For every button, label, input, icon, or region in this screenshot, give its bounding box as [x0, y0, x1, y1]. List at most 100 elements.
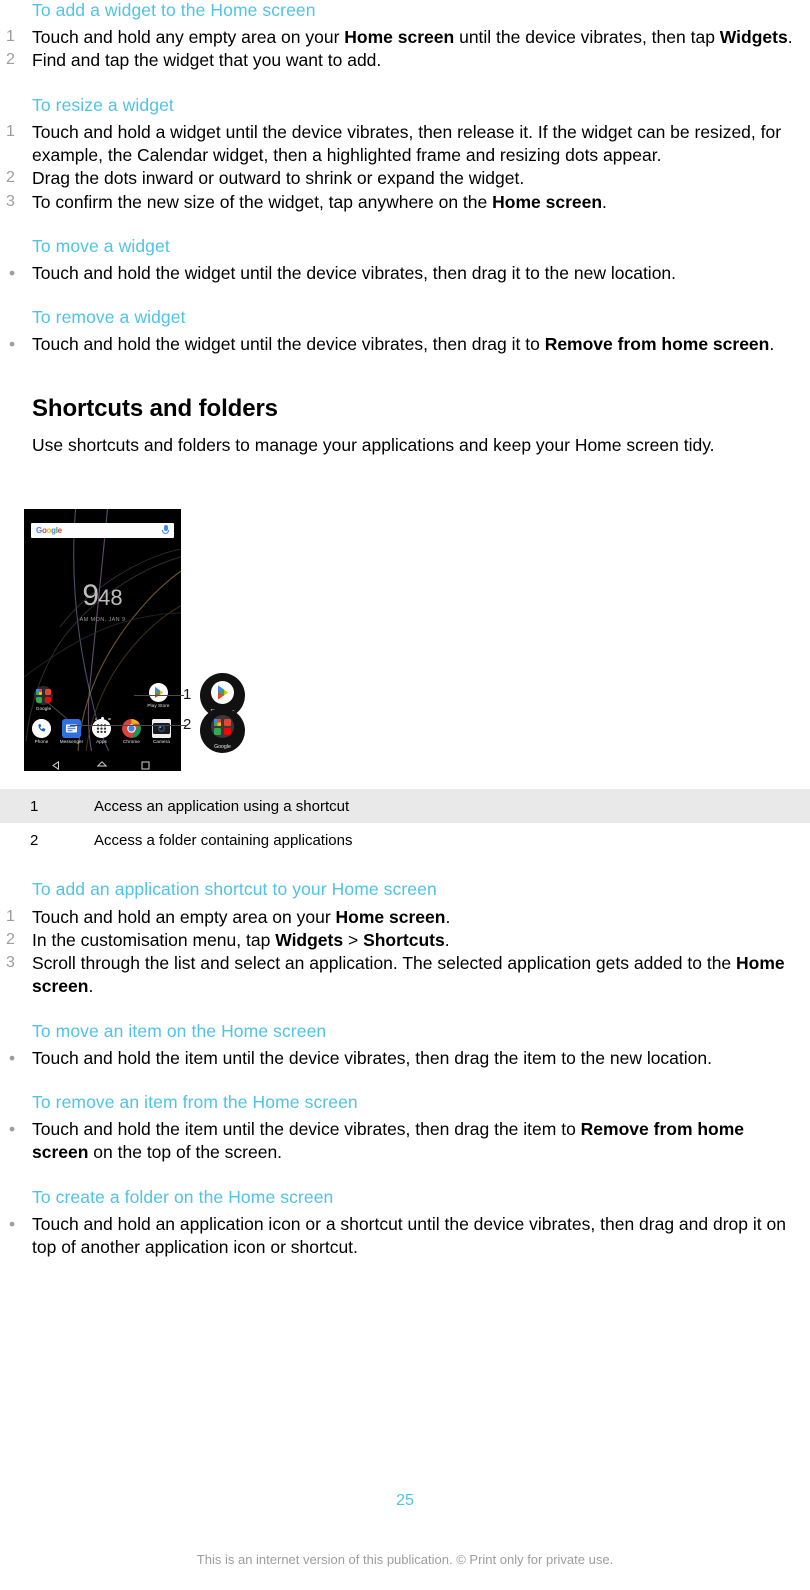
step-text: Touch and hold the item until the device…: [32, 1047, 712, 1068]
procedure-step: • Touch and hold the item until the devic…: [0, 1047, 798, 1070]
steps-remove-item: • Touch and hold the item until the devic…: [0, 1118, 810, 1165]
app-label: Messenger: [59, 739, 84, 745]
callout-number-2: 2: [183, 716, 192, 734]
step-bullet: •: [9, 1047, 16, 1068]
heading-add-shortcut: To add an application shortcut to your H…: [32, 879, 437, 900]
table-cell-description: Access a folder containing applications: [94, 831, 353, 849]
heading-move-item: To move an item on the Home screen: [32, 1020, 327, 1041]
procedure-step: 1 Touch and hold an empty area on your Ho…: [0, 906, 798, 929]
legend-table: 1 Access an application using a shortcut 2…: [0, 789, 810, 857]
recents-icon[interactable]: [141, 757, 150, 771]
step-text: Touch and hold an application icon or a …: [32, 1213, 786, 1258]
play-store-icon: [211, 681, 234, 705]
step-text: Touch and hold the widget until the devi…: [32, 334, 775, 355]
microphone-icon[interactable]: [162, 525, 169, 536]
chrome-icon: [122, 719, 141, 739]
heading-remove-item: To remove an item from the Home screen: [32, 1092, 358, 1113]
page-number: 25: [396, 1492, 414, 1509]
emphasised-term: Home screen: [335, 906, 446, 927]
procedure-step: • Touch and hold the widget until the dev…: [0, 333, 798, 356]
table-cell-number: 1: [30, 797, 39, 815]
heading-create-folder: To create a folder on the Home screen: [32, 1186, 334, 1207]
clock-date: AM MON, JAN 9: [79, 617, 126, 624]
heading-move-widget: To move a widget: [32, 235, 170, 256]
shortcuts-intro-text: Use shortcuts and folders to manage your…: [32, 435, 715, 456]
procedure-step: 3 Scroll through the list and select an a…: [0, 952, 798, 999]
step-bullet: •: [9, 1213, 16, 1234]
step-number: 3: [6, 954, 15, 972]
phone-icon: [32, 719, 51, 739]
emphasised-term: Widgets: [719, 27, 788, 48]
clock-widget: 948: [24, 581, 181, 611]
dock-item-apps[interactable]: Apps: [89, 719, 114, 745]
procedure-step: • Touch and hold an application icon or a…: [0, 1213, 798, 1260]
step-bullet: •: [9, 262, 16, 283]
emphasised-term: Remove from home screen: [544, 334, 770, 355]
step-bullet: •: [9, 1119, 16, 1140]
procedure-step: 1 Touch and hold any empty area on your H…: [0, 26, 798, 49]
app-drawer-icon: [92, 719, 111, 739]
step-number: 1: [6, 907, 15, 925]
footer-note: This is an internet version of this publ…: [196, 1552, 614, 1567]
steps-add-shortcut: 1 Touch and hold an empty area on your Ho…: [0, 906, 810, 999]
step-text: Touch and hold an empty area on your Hom…: [32, 906, 451, 927]
google-folder-icon: [34, 686, 53, 706]
steps-create-folder: • Touch and hold an application icon or a…: [0, 1213, 810, 1260]
procedure-step: 3 To confirm the new size of the widget, …: [0, 191, 798, 214]
dock-item-camera[interactable]: Camera: [149, 719, 174, 745]
heading-shortcuts-and-folders: Shortcuts and folders: [32, 394, 278, 422]
procedure-step: 1 Touch and hold a widget until the devic…: [0, 121, 798, 168]
app-label: Phone: [34, 739, 49, 745]
table-row: 1 Access an application using a shortcut: [0, 789, 810, 824]
procedure-step: 2 In the customisation menu, tap Widgets …: [0, 929, 798, 952]
procedure-step: 2 Drag the dots inward or outward to shri…: [0, 167, 798, 190]
heading-resize-widget: To resize a widget: [32, 94, 174, 115]
emphasised-term: Shortcuts: [363, 929, 445, 950]
step-number: 3: [6, 192, 15, 210]
heading-remove-widget: To remove a widget: [32, 307, 186, 328]
table-row: 2 Access a folder containing applications: [0, 823, 810, 857]
camera-icon: [152, 719, 171, 739]
step-text: To confirm the new size of the widget, t…: [32, 191, 607, 212]
step-number: 1: [6, 28, 15, 46]
procedure-step: • Touch and hold the widget until the dev…: [0, 262, 798, 285]
steps-resize-widget: 1 Touch and hold a widget until the devic…: [0, 121, 810, 214]
google-search-widget[interactable]: Google: [31, 523, 174, 539]
app-label: Camera: [153, 739, 170, 745]
callout-connector-1: [134, 695, 184, 697]
dock: Phone Messenger Apps Chrome Camera: [27, 717, 178, 749]
callout-number-1: 1: [183, 686, 192, 704]
clock-minute: 48: [98, 585, 123, 611]
step-text: Touch and hold a widget until the device…: [32, 121, 782, 166]
step-number: 1: [6, 122, 15, 140]
heading-add-widget: To add a widget to the Home screen: [32, 0, 316, 20]
table-cell-description: Access an application using a shortcut: [94, 797, 350, 815]
emphasised-term: Home screen: [344, 27, 455, 48]
procedure-step: 2 Find and tap the widget that you want t…: [0, 49, 798, 72]
step-text: Touch and hold the widget until the devi…: [32, 262, 677, 283]
navigation-bar: [24, 751, 181, 772]
play-store-icon: [149, 683, 168, 703]
dock-item-chrome[interactable]: Chrome: [119, 719, 144, 745]
phone-screen-mockup: Google 948 AM MON, JAN 9 Google Play Sto…: [24, 509, 181, 772]
back-icon[interactable]: [52, 757, 61, 771]
procedure-step: • Touch and hold the item until the devic…: [0, 1118, 798, 1165]
step-text: In the customisation menu, tap Widgets >…: [32, 929, 450, 950]
emphasised-term: Home screen: [492, 191, 603, 212]
clock-hour: 9: [82, 579, 99, 613]
step-bullet: •: [9, 334, 16, 355]
home-icon[interactable]: [96, 757, 108, 771]
google-folder-icon: [211, 715, 234, 739]
step-text: Scroll through the list and select an ap…: [32, 953, 785, 997]
steps-add-widget: 1 Touch and hold any empty area on your H…: [0, 26, 810, 73]
homescreen-figure: Google 948 AM MON, JAN 9 Google Play Sto…: [24, 509, 254, 772]
dock-item-phone[interactable]: Phone: [29, 719, 54, 745]
dock-item-messenger[interactable]: Messenger: [59, 719, 84, 745]
step-number: 2: [6, 51, 15, 69]
